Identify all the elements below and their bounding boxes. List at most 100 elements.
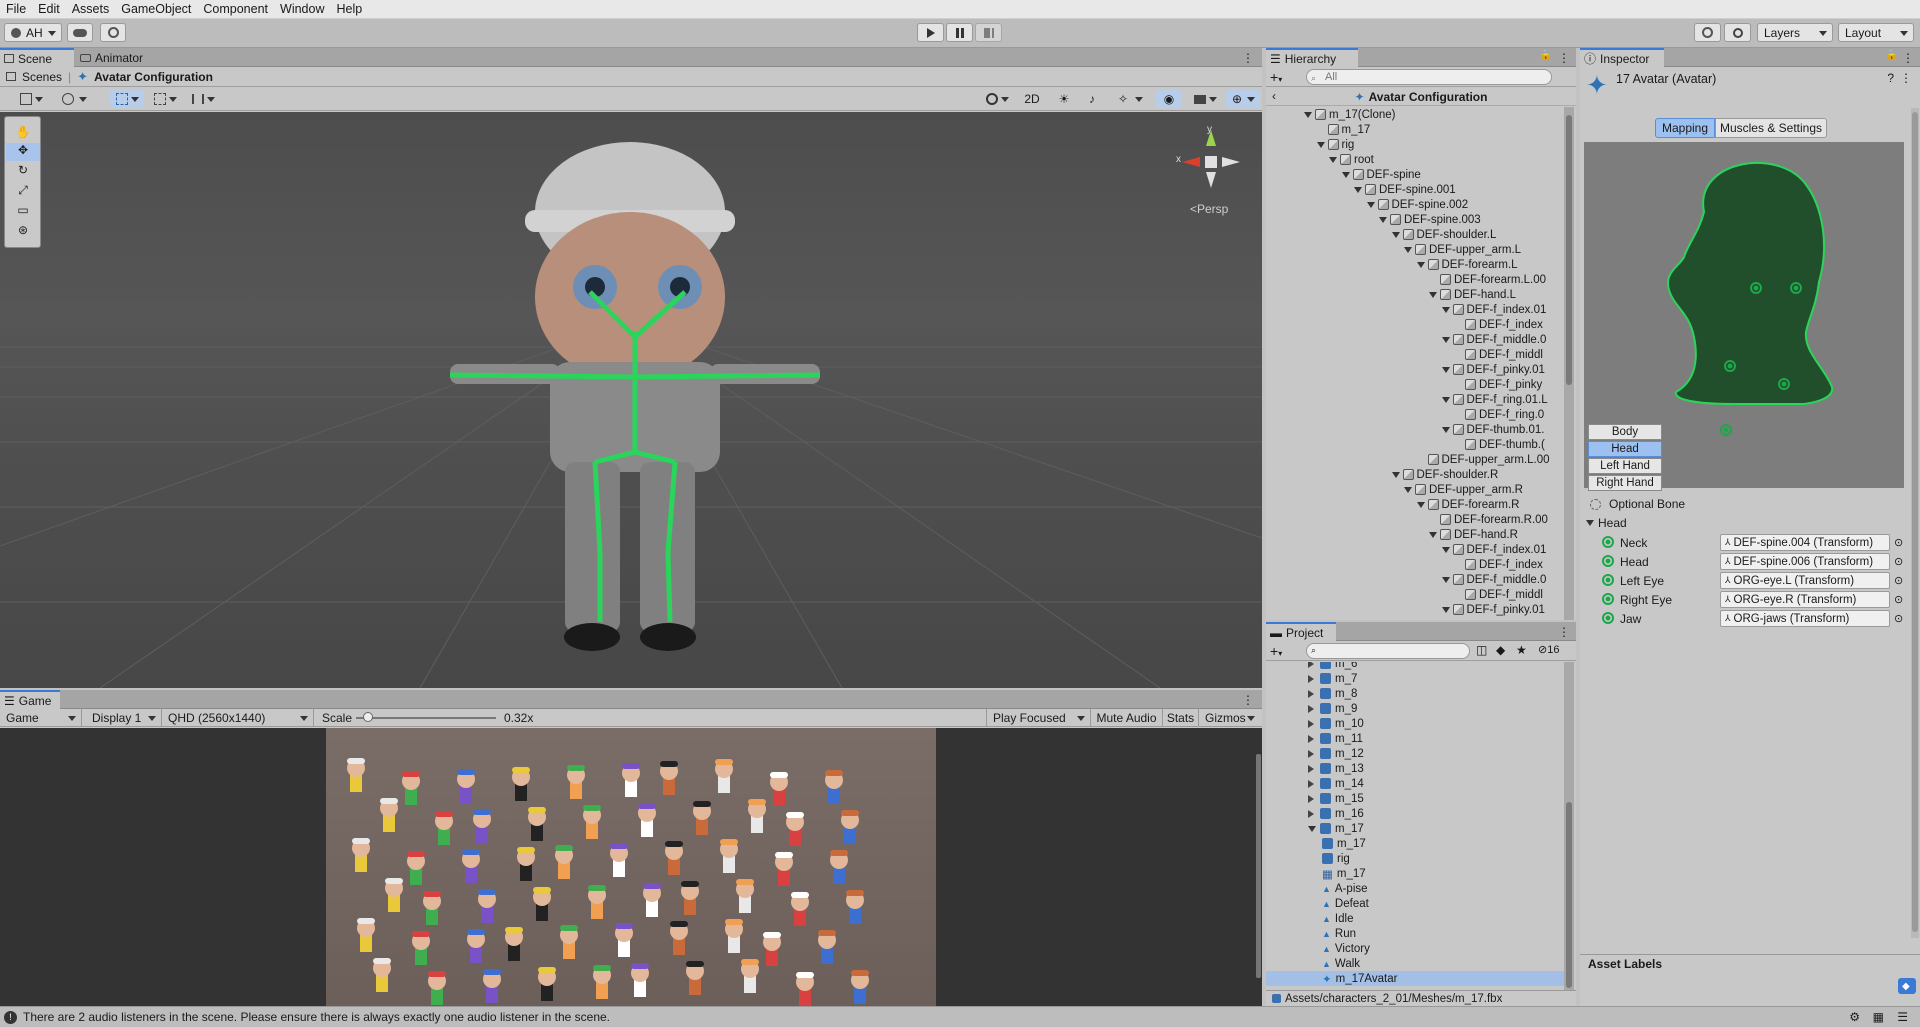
project-item[interactable]: ▲ Idle <box>1266 911 1564 926</box>
menu-edit[interactable]: Edit <box>32 2 66 16</box>
pause-button[interactable] <box>946 23 973 42</box>
hierarchy-item[interactable]: DEF-f_index.01 <box>1441 542 1546 557</box>
body-part-head[interactable]: Head <box>1588 441 1662 457</box>
foldout-icon[interactable] <box>1304 111 1312 118</box>
bone-transform-field[interactable]: ⅄ DEF-spine.006 (Transform) <box>1720 553 1890 570</box>
foldout-icon[interactable] <box>1308 674 1316 683</box>
2d-toggle[interactable]: 2D <box>1018 90 1046 108</box>
object-picker-icon[interactable]: ⊙ <box>1894 612 1903 625</box>
lock-icon[interactable]: 🔒 <box>1540 50 1552 61</box>
tab-inspector[interactable]: ⓘ Inspector <box>1580 48 1664 67</box>
foldout-icon[interactable] <box>1416 261 1425 268</box>
project-item[interactable]: m_7 <box>1266 671 1564 686</box>
hierarchy-item[interactable]: DEF-f_index.01 <box>1441 302 1546 317</box>
hierarchy-item[interactable]: DEF-thumb.( <box>1454 437 1545 452</box>
hierarchy-item[interactable]: DEF-shoulder.R <box>1391 467 1498 482</box>
project-item[interactable]: ▲ A-pise <box>1266 881 1564 896</box>
camera-dropdown[interactable] <box>1188 90 1222 108</box>
hierarchy-item[interactable]: DEF-f_index <box>1454 557 1543 572</box>
project-item[interactable]: ▲ Defeat <box>1266 896 1564 911</box>
tab-muscles-settings[interactable]: Muscles & Settings <box>1715 118 1827 138</box>
foldout-icon[interactable] <box>1441 396 1450 403</box>
body-part-body[interactable]: Body <box>1588 424 1662 440</box>
foldout-icon[interactable] <box>1429 291 1437 298</box>
menu-help[interactable]: Help <box>330 2 368 16</box>
transform-tool[interactable]: ⊛ <box>9 223 37 239</box>
grid-snap-dropdown[interactable] <box>110 90 144 108</box>
eye-l-dot[interactable] <box>1790 282 1802 297</box>
scale-slider-thumb[interactable] <box>363 712 373 722</box>
foldout-icon[interactable] <box>1316 141 1325 148</box>
tab-mapping[interactable]: Mapping <box>1655 118 1715 138</box>
hierarchy-item[interactable]: DEF-spine.003 <box>1379 212 1481 227</box>
hierarchy-item[interactable]: DEF-f_middle.0 <box>1441 572 1546 587</box>
hierarchy-item[interactable]: DEF-f_ring.01.L <box>1441 392 1548 407</box>
hierarchy-item[interactable]: DEF-upper_arm.R <box>1404 482 1523 497</box>
foldout-icon[interactable] <box>1308 779 1316 788</box>
resolution-dropdown[interactable]: QHD (2560x1440) <box>162 709 314 727</box>
foldout-icon[interactable] <box>1308 825 1316 832</box>
project-item[interactable]: m_13 <box>1266 761 1564 776</box>
rect-tool[interactable]: ▭ <box>9 203 37 219</box>
body-part-left-hand[interactable]: Left Hand <box>1588 458 1662 474</box>
orientation-gizmo[interactable] <box>1168 124 1258 194</box>
rotate-tool[interactable]: ↻ <box>9 163 37 179</box>
foldout-icon[interactable] <box>1308 662 1316 668</box>
game-scrollbar[interactable] <box>1256 754 1261 978</box>
settings-icon[interactable]: ⋮ <box>1900 71 1912 85</box>
hand-tool[interactable]: ✋ <box>9 125 37 141</box>
foldout-icon[interactable] <box>1441 576 1450 583</box>
hierarchy-item[interactable]: DEF-upper_arm.L <box>1404 242 1521 257</box>
panel-menu-icon[interactable]: ⋮ <box>1558 51 1570 65</box>
display-dropdown[interactable]: Display 1 <box>86 709 162 727</box>
game-view-dropdown[interactable]: Game <box>0 709 82 727</box>
hierarchy-item[interactable]: DEF-f_middl <box>1454 587 1543 602</box>
project-search-input[interactable]: ⌕ <box>1306 643 1470 659</box>
project-item[interactable]: ▲ Run <box>1266 926 1564 941</box>
foldout-icon[interactable] <box>1441 606 1450 613</box>
hierarchy-item[interactable]: DEF-spine.001 <box>1354 182 1456 197</box>
foldout-icon[interactable] <box>1391 231 1400 238</box>
hierarchy-item[interactable]: DEF-upper_arm.L.00 <box>1417 452 1550 467</box>
bone-transform-field[interactable]: ⅄ ORG-jaws (Transform) <box>1720 610 1890 627</box>
package-icon[interactable]: ▦ <box>1873 1010 1884 1024</box>
project-item[interactable]: m_14 <box>1266 776 1564 791</box>
stats-toggle[interactable]: Stats <box>1162 709 1198 727</box>
menu-component[interactable]: Component <box>197 2 274 16</box>
panel-menu-icon[interactable]: ⋮ <box>1902 51 1914 65</box>
play-mode-dropdown[interactable]: Play Focused <box>986 709 1090 727</box>
console-message[interactable]: There are 2 audio listeners in the scene… <box>23 1010 610 1024</box>
increment-dropdown[interactable] <box>186 90 220 108</box>
hidden-objects-toggle[interactable]: ◉ <box>1156 90 1182 108</box>
layout-dropdown[interactable]: Layout <box>1838 23 1914 42</box>
panel-menu-icon[interactable]: ⋮ <box>1558 625 1570 639</box>
avatar-mapping-view[interactable]: Body Head Left Hand Right Hand <box>1584 142 1904 491</box>
game-view[interactable] <box>0 728 1262 1006</box>
object-picker-icon[interactable]: ⊙ <box>1894 593 1903 606</box>
label-tag-button[interactable]: ◆ <box>1898 978 1916 994</box>
body-part-right-hand[interactable]: Right Hand <box>1588 475 1662 491</box>
project-item[interactable]: ▲ Victory <box>1266 941 1564 956</box>
project-item[interactable]: ▲ Walk <box>1266 956 1564 971</box>
undo-history-button[interactable] <box>1694 23 1721 42</box>
hierarchy-item[interactable]: DEF-spine <box>1341 167 1421 182</box>
foldout-icon[interactable] <box>1341 171 1350 178</box>
project-item[interactable]: m_8 <box>1266 686 1564 701</box>
debug-icon[interactable]: ⚙ <box>1849 1010 1860 1024</box>
scale-slider-track[interactable] <box>356 717 496 719</box>
play-button[interactable] <box>917 23 944 42</box>
foldout-icon[interactable] <box>1441 426 1450 433</box>
lighting-toggle[interactable]: ☀ <box>1052 90 1076 108</box>
project-item[interactable]: m_11 <box>1266 731 1564 746</box>
hierarchy-item[interactable]: rig <box>1316 137 1354 152</box>
menu-window[interactable]: Window <box>274 2 330 16</box>
scale-tool[interactable]: ⤢ <box>9 183 37 199</box>
breadcrumb-scenes[interactable]: Scenes <box>22 70 62 84</box>
star-icon[interactable]: ★ <box>1516 643 1527 657</box>
tab-hierarchy[interactable]: ☰ Hierarchy <box>1266 48 1358 67</box>
hierarchy-item[interactable]: DEF-hand.R <box>1429 527 1518 542</box>
audio-toggle[interactable]: ♪ <box>1080 90 1104 108</box>
hierarchy-item[interactable]: m_17 <box>1317 122 1370 137</box>
shading-dropdown[interactable] <box>980 90 1014 108</box>
foldout-icon[interactable] <box>1404 486 1412 493</box>
